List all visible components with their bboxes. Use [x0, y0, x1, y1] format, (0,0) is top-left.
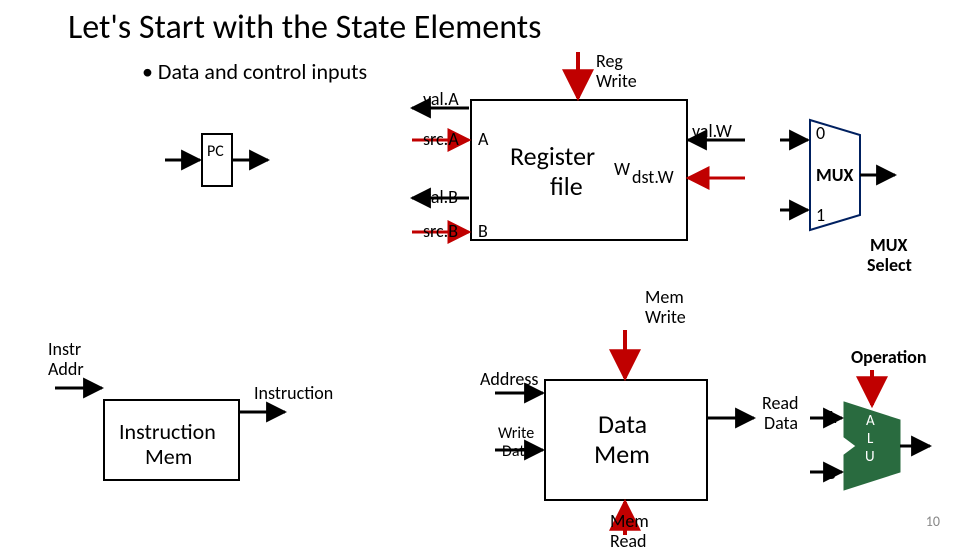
label-writedata1: Write [498, 424, 534, 443]
label-pc: PC [207, 142, 224, 161]
label-muxsel1: MUX [870, 234, 907, 256]
label-readdata2: Data [764, 412, 798, 434]
label-instraddr1: Instr [48, 338, 81, 360]
label-aluA-port: A [826, 406, 836, 428]
label-mux0: 0 [816, 122, 825, 144]
label-aluU: U [865, 448, 875, 466]
label-valA: val.A [423, 88, 459, 110]
label-instraddr2: Addr [48, 358, 84, 380]
label-aluA2: A [866, 412, 875, 430]
label-portA: A [478, 128, 488, 150]
label-instruction: Instruction [254, 382, 333, 404]
page-number: 10 [926, 513, 940, 530]
label-portB: B [478, 220, 488, 242]
label-mux1: 1 [816, 204, 825, 226]
label-regwrite2: Write [596, 70, 637, 92]
label-memwrite2: Write [645, 306, 686, 328]
label-regwrite1: Reg [596, 50, 623, 72]
label-valW: val.W [692, 120, 732, 142]
label-valB: val.B [423, 186, 458, 208]
label-instrmem2: Mem [145, 443, 192, 470]
label-memread1: Mem [610, 510, 649, 532]
label-srcA: src.A [423, 128, 459, 150]
label-aluB-port: B [826, 462, 836, 484]
label-muxsel2: Select [867, 254, 912, 276]
diagram-canvas [0, 0, 960, 540]
label-memwrite1: Mem [645, 286, 684, 308]
label-instrmem1: Instruction [119, 418, 216, 445]
label-portW: W [614, 158, 630, 180]
label-readdata1: Read [762, 392, 799, 414]
label-writedata2: Data [502, 442, 532, 461]
label-memread2: Read [610, 530, 647, 552]
label-datamem2: Mem [594, 438, 650, 470]
label-regfile2: file [550, 170, 583, 202]
label-datamem1: Data [598, 408, 647, 440]
label-mux: MUX [816, 164, 853, 186]
label-srcB: src.B [423, 220, 458, 242]
label-dstW: dst.W [632, 166, 674, 188]
label-address: Address [480, 368, 538, 390]
label-regfile1: Register [510, 140, 595, 172]
label-aluL: L [867, 430, 873, 448]
label-operation: Operation [851, 346, 927, 368]
